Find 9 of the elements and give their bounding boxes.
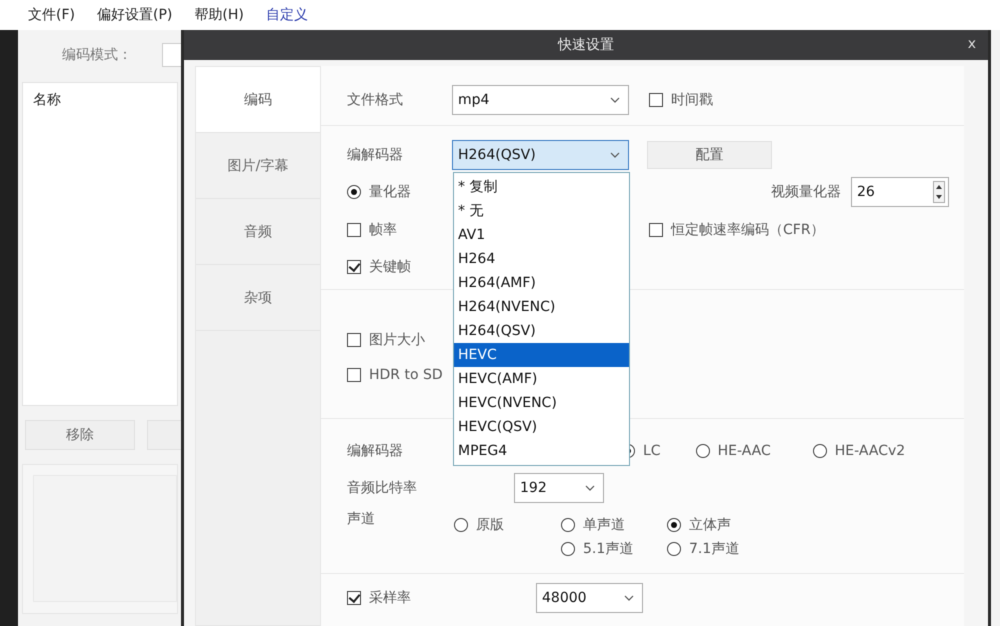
field-label: 编解码器: [347, 146, 404, 164]
field-label: 视频量化器: [771, 183, 841, 201]
list-header: 名称: [33, 92, 61, 108]
field-label: 音频比特率: [347, 479, 418, 497]
encode-mode-label: 编码模式：: [62, 46, 133, 64]
window-title: 快速设置: [558, 36, 614, 54]
field-label: 文件格式: [347, 91, 404, 109]
field-label: 声道: [347, 510, 376, 528]
field-label: 编解码器: [347, 443, 403, 459]
